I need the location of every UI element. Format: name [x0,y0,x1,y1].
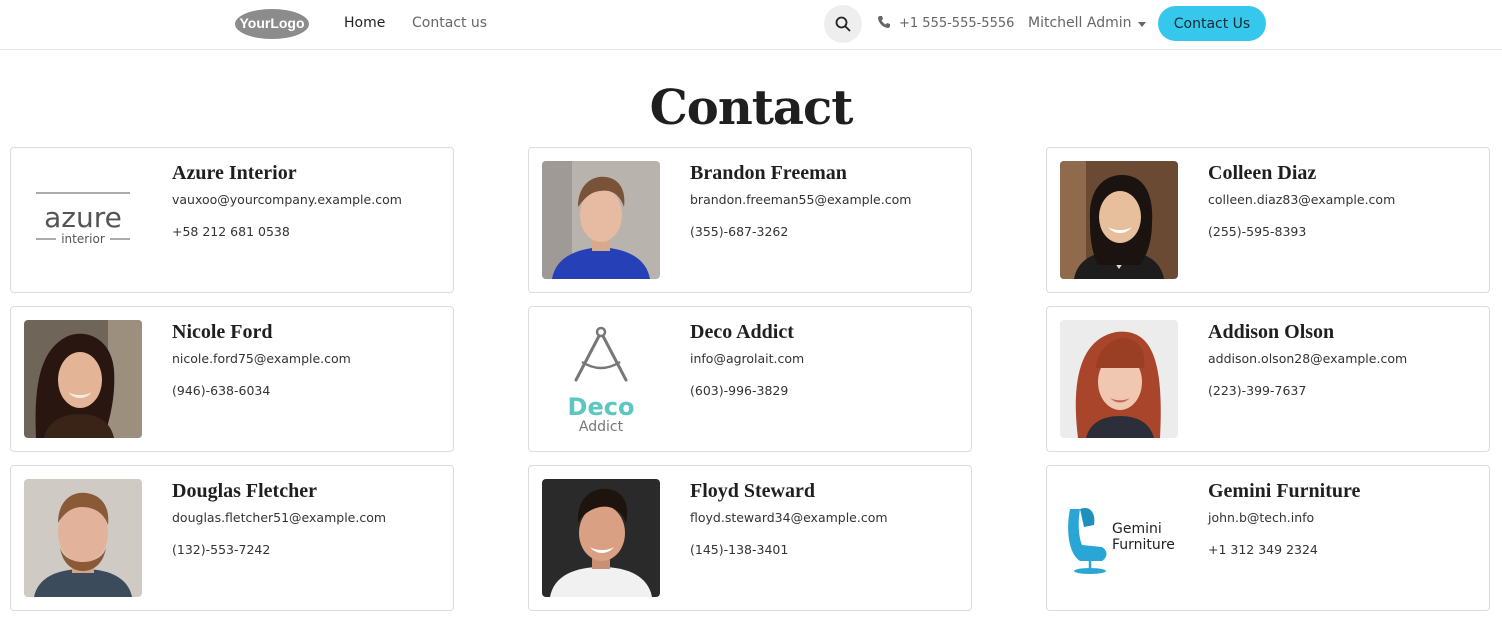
header-phone-number: +1 555-555-5556 [899,16,1015,31]
contact-name: Azure Interior [172,162,297,184]
chevron-down-icon [1137,21,1146,27]
avatar [1060,320,1178,438]
contact-phone: (355)-687-3262 [690,224,789,239]
contact-email: brandon.freeman55@example.com [690,192,912,207]
contact-email: john.b@tech.info [1208,510,1315,525]
contact-name: Floyd Steward [690,480,815,502]
site-logo[interactable]: YourLogo [234,7,310,40]
contact-phone: (223)-399-7637 [1208,383,1307,398]
contact-phone: (132)-553-7242 [172,542,271,557]
contact-us-button[interactable]: Contact Us [1158,6,1266,41]
top-navbar: YourLogo Home Contact us +1 555-555-5556… [0,0,1502,50]
contact-phone: (603)-996-3829 [690,383,789,398]
contact-card[interactable]: azure interior Azure Interior vauxoo@you… [10,147,454,293]
contact-card[interactable]: Colleen Diaz colleen.diaz83@example.com … [1046,147,1490,293]
contact-card[interactable]: Gemini Furniture Gemini Furniture john.b… [1046,465,1490,611]
contacts-grid: azure interior Azure Interior vauxoo@you… [10,147,1490,611]
contact-name: Nicole Ford [172,321,273,343]
user-name: Mitchell Admin [1028,15,1132,31]
nav-home-link[interactable]: Home [344,15,385,31]
contact-email: colleen.diaz83@example.com [1208,192,1396,207]
contact-name: Gemini Furniture [1208,480,1361,502]
contact-phone: (946)-638-6034 [172,383,271,398]
svg-text:Deco: Deco [568,393,635,421]
phone-icon [878,16,890,28]
svg-text:Addict: Addict [579,419,624,435]
avatar [24,479,142,597]
contact-card[interactable]: Nicole Ford nicole.ford75@example.com (9… [10,306,454,452]
gemini-furniture-logo: Gemini Furniture [1060,479,1178,597]
contact-email: info@agrolait.com [690,351,805,366]
svg-text:azure: azure [44,201,122,234]
contact-email: floyd.steward34@example.com [690,510,888,525]
azure-interior-logo: azure interior [24,161,142,279]
contact-card[interactable]: Floyd Steward floyd.steward34@example.co… [528,465,972,611]
contact-phone: +58 212 681 0538 [172,224,290,239]
contact-name: Colleen Diaz [1208,162,1317,184]
contact-email: nicole.ford75@example.com [172,351,351,366]
search-button[interactable] [824,5,862,43]
svg-text:Furniture: Furniture [1112,537,1175,553]
search-icon [835,16,851,32]
avatar [1060,161,1178,279]
avatar [542,479,660,597]
svg-text:YourLogo: YourLogo [239,15,304,31]
contact-card[interactable]: Addison Olson addison.olson28@example.co… [1046,306,1490,452]
contact-phone: +1 312 349 2324 [1208,542,1318,557]
nav-contact-link[interactable]: Contact us [412,15,487,31]
svg-text:Gemini: Gemini [1112,521,1162,537]
contact-card[interactable]: Deco Addict Deco Addict info@agrolait.co… [528,306,972,452]
user-menu-dropdown[interactable]: Mitchell Admin [1028,15,1146,31]
contact-name: Douglas Fletcher [172,480,317,502]
avatar [24,320,142,438]
contact-name: Addison Olson [1208,321,1335,343]
contact-phone: (255)-595-8393 [1208,224,1307,239]
contact-email: addison.olson28@example.com [1208,351,1408,366]
contact-card[interactable]: Douglas Fletcher douglas.fletcher51@exam… [10,465,454,611]
avatar [542,161,660,279]
deco-addict-logo: Deco Addict [542,320,660,438]
contact-email: vauxoo@yourcompany.example.com [172,192,402,207]
contact-email: douglas.fletcher51@example.com [172,510,387,525]
contact-name: Brandon Freeman [690,162,847,184]
page-title: Contact [649,80,854,136]
contact-phone: (145)-138-3401 [690,542,789,557]
svg-text:interior: interior [61,232,105,246]
contact-name: Deco Addict [690,321,794,343]
contact-card[interactable]: Brandon Freeman brandon.freeman55@exampl… [528,147,972,293]
